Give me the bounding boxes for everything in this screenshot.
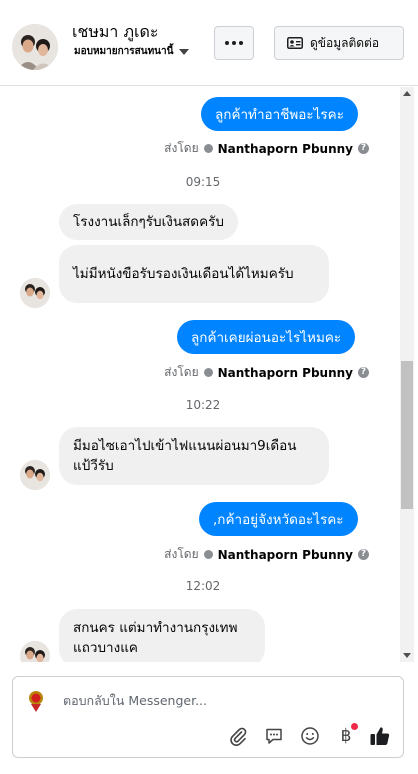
timestamp: 12:02 bbox=[185, 579, 221, 593]
verified-icon bbox=[203, 368, 213, 377]
paperclip-icon bbox=[230, 727, 247, 746]
more-dot-icon bbox=[232, 41, 236, 45]
incoming-message: มีมอไซเอาไปเข้าไฟแนนผ่อนมา9เดือนแป้วีรับ bbox=[59, 427, 329, 485]
notification-dot bbox=[351, 723, 358, 730]
more-dot-icon bbox=[239, 41, 243, 45]
sent-by-name: Nanthaporn Pbunny bbox=[217, 547, 353, 562]
emoji-button[interactable] bbox=[297, 723, 323, 749]
sent-by-prefix: ส่งโดย bbox=[164, 547, 199, 561]
sent-by-prefix: ส่งโดย bbox=[164, 365, 199, 379]
view-contact-info-button[interactable]: ดูข้อมูลติดต่อ bbox=[274, 26, 404, 60]
saved-reply-button[interactable] bbox=[261, 723, 287, 749]
reply-input[interactable] bbox=[63, 689, 383, 711]
contact-avatar[interactable] bbox=[12, 24, 58, 70]
more-options-button[interactable] bbox=[214, 26, 254, 60]
sent-by-line: ส่งโดย Nanthaporn Pbunny ? bbox=[164, 363, 369, 382]
more-dot-icon bbox=[225, 41, 229, 45]
contact-avatar-small bbox=[20, 460, 50, 490]
thumbs-up-icon bbox=[370, 727, 390, 745]
help-icon[interactable]: ? bbox=[358, 367, 369, 378]
incoming-message: โรงงานเล็กๆรับเงินสดครับ bbox=[59, 204, 238, 240]
page-avatar bbox=[23, 687, 49, 713]
thread-scrollbar[interactable] bbox=[400, 87, 414, 662]
contact-name: เชษมา ภูเดะ bbox=[72, 22, 159, 41]
sent-by-line: ส่งโดย Nanthaporn Pbunny ? bbox=[164, 139, 369, 158]
scroll-down-arrow-icon[interactable] bbox=[403, 653, 411, 658]
scroll-thumb[interactable] bbox=[401, 361, 413, 509]
sent-by-name: Nanthaporn Pbunny bbox=[217, 141, 353, 156]
saved-reply-icon bbox=[266, 728, 282, 744]
incoming-message: สกนคร แต่มาทำงานกรุงเทพแถวบางแค bbox=[59, 609, 265, 662]
sent-by-line: ส่งโดย Nanthaporn Pbunny ? bbox=[164, 545, 369, 564]
timestamp: 10:22 bbox=[185, 398, 221, 412]
messenger-inbox-panel: เชษมา ภูเดะ มอบหมายการสนทนานี้ ดูข้อมูลต… bbox=[0, 0, 418, 774]
conversation-header: เชษมา ภูเดะ มอบหมายการสนทนานี้ ดูข้อมูลต… bbox=[0, 0, 418, 86]
emoji-icon bbox=[301, 727, 319, 745]
help-icon[interactable]: ? bbox=[358, 143, 369, 154]
timestamp: 09:15 bbox=[185, 175, 221, 189]
assign-conversation-dropdown[interactable]: มอบหมายการสนทนานี้ bbox=[74, 44, 190, 59]
baht-payment-icon: ฿ bbox=[340, 726, 352, 746]
sent-by-name: Nanthaporn Pbunny bbox=[217, 365, 353, 380]
reply-composer: ฿ bbox=[12, 676, 404, 758]
sent-by-prefix: ส่งโดย bbox=[164, 141, 199, 155]
like-button[interactable] bbox=[367, 723, 393, 749]
contact-avatar-small bbox=[20, 278, 50, 308]
outgoing-message: ลูกค้าทำอาชีพอะไรคะ bbox=[201, 97, 358, 131]
incoming-message: ไม่มีหนังขือรับรองเงินเดือนได้ไหมครับ bbox=[59, 245, 329, 303]
outgoing-message: ,กค้าอยู่จังหวัดอะไรคะ bbox=[199, 502, 358, 536]
contact-avatar-small bbox=[20, 641, 50, 662]
contact-card-icon bbox=[287, 37, 303, 49]
view-contact-info-label: ดูข้อมูลติดต่อ bbox=[310, 35, 380, 50]
payment-button[interactable]: ฿ bbox=[333, 723, 359, 749]
message-thread[interactable]: ลูกค้าทำอาชีพอะไรคะ ส่งโดย Nanthaporn Pb… bbox=[0, 87, 418, 662]
verified-icon bbox=[203, 550, 213, 559]
assign-label: มอบหมายการสนทนานี้ bbox=[74, 46, 174, 57]
attach-file-button[interactable] bbox=[225, 723, 251, 749]
help-icon[interactable]: ? bbox=[358, 549, 369, 560]
outgoing-message: ลูกค้าเคยผ่อนอะไรไหมคะ bbox=[177, 320, 356, 354]
scroll-up-arrow-icon[interactable] bbox=[403, 91, 411, 96]
caret-down-icon bbox=[179, 48, 190, 55]
verified-icon bbox=[203, 144, 213, 153]
